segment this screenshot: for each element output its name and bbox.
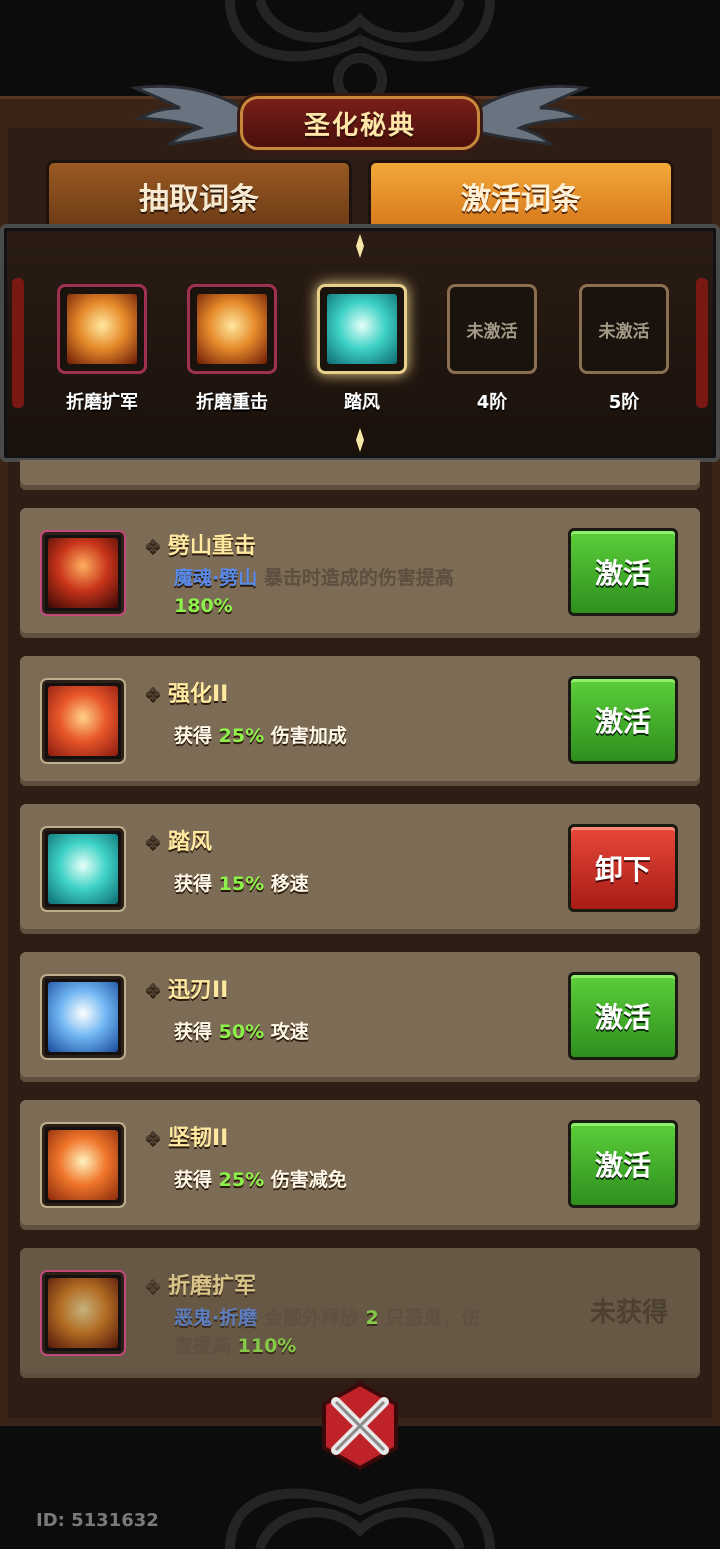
entry-description: 获得 15% 移速 bbox=[174, 873, 309, 895]
activate-button[interactable]: 激活 bbox=[568, 676, 678, 764]
not-obtained-status: 未获得 bbox=[589, 1298, 668, 1328]
list-item: ❖ 劈山重击 魔魂·劈山 暴击时造成的伤害提高 180% 激活 bbox=[20, 508, 700, 638]
activate-button[interactable]: 激活 bbox=[568, 528, 678, 616]
entry-description: 恶鬼·折磨 会额外释放 2 只恶鬼，伤 害提高 110% bbox=[174, 1307, 481, 1357]
list-item: ❖ 折磨扩军 恶鬼·折磨 会额外释放 2 只恶鬼，伤 害提高 110% 未获得 bbox=[20, 1248, 700, 1378]
slot-3-frame bbox=[317, 284, 407, 374]
slotbar-left-trim bbox=[12, 278, 24, 408]
entry-description: 魔魂·劈山 暴击时造成的伤害提高 180% bbox=[174, 567, 454, 617]
entry-icon-frame bbox=[42, 976, 124, 1058]
wind-boot-icon bbox=[327, 294, 397, 364]
unequip-button[interactable]: 卸下 bbox=[568, 824, 678, 912]
selected-indicator-bottom-icon bbox=[356, 428, 364, 452]
demon-lord-icon bbox=[48, 538, 118, 608]
list-item: ❖ 迅刃II 获得 50% 攻速 激活 bbox=[20, 952, 700, 1082]
equipped-slots-bar: 折磨扩军 折磨重击 踏风 未激活 4阶 未激活 5阶 bbox=[0, 224, 720, 462]
slot-5-frame: 未激活 bbox=[579, 284, 669, 374]
demon-fire-icon bbox=[67, 294, 137, 364]
selected-indicator-top-icon bbox=[356, 234, 364, 258]
slot-3-label: 踏风 bbox=[344, 392, 380, 413]
slot-5-locked-text: 未激活 bbox=[598, 321, 650, 342]
slot-5-label: 5阶 bbox=[608, 392, 640, 413]
entry-icon-frame bbox=[42, 1124, 124, 1206]
entry-name: ❖ 坚韧II bbox=[144, 1126, 229, 1151]
list-item: ❖ 踏风 获得 15% 移速 卸下 bbox=[20, 804, 700, 934]
slot-4-locked-text: 未激活 bbox=[466, 321, 518, 342]
list-item-partial bbox=[20, 460, 700, 490]
slot-1-frame bbox=[57, 284, 147, 374]
entry-name: ❖ 踏风 bbox=[144, 830, 212, 855]
tab-activate-entries[interactable]: 激活词条 bbox=[368, 160, 674, 232]
entry-name: ❖ 强化II bbox=[144, 682, 229, 707]
close-button[interactable] bbox=[312, 1378, 408, 1474]
power-fist-icon bbox=[48, 686, 118, 756]
slot-2-label: 折磨重击 bbox=[196, 392, 268, 413]
slot-2[interactable]: 折磨重击 bbox=[184, 284, 280, 414]
entry-description: 获得 50% 攻速 bbox=[174, 1021, 309, 1043]
wind-boot-icon bbox=[48, 834, 118, 904]
slot-4-label: 4阶 bbox=[476, 392, 508, 413]
entry-icon-frame bbox=[42, 532, 124, 614]
tab-draw-label: 抽取词条 bbox=[139, 182, 259, 217]
entry-description: 获得 25% 伤害减免 bbox=[174, 1169, 347, 1191]
tab-draw-entries[interactable]: 抽取词条 bbox=[46, 160, 352, 232]
entry-name: ❖ 劈山重击 bbox=[144, 534, 256, 559]
activate-button[interactable]: 激活 bbox=[568, 972, 678, 1060]
slot-4-frame: 未激活 bbox=[447, 284, 537, 374]
activate-button[interactable]: 激活 bbox=[568, 1120, 678, 1208]
entry-name: ❖ 迅刃II bbox=[144, 978, 229, 1003]
entry-name: ❖ 折磨扩军 bbox=[144, 1274, 256, 1299]
entry-icon-frame bbox=[42, 828, 124, 910]
demon-fire-icon bbox=[197, 294, 267, 364]
slot-1-label: 折磨扩军 bbox=[66, 392, 138, 413]
title-banner: 圣化秘典 bbox=[130, 78, 590, 158]
tab-activate-label: 激活词条 bbox=[461, 182, 581, 217]
slot-4[interactable]: 未激活 4阶 bbox=[444, 284, 540, 414]
slot-5[interactable]: 未激活 5阶 bbox=[576, 284, 672, 414]
entry-icon-frame bbox=[42, 1272, 124, 1354]
slotbar-right-trim bbox=[696, 278, 708, 408]
player-id: ID: 5131632 bbox=[36, 1510, 159, 1531]
entry-description: 获得 25% 伤害加成 bbox=[174, 725, 347, 747]
demon-fire-icon bbox=[48, 1278, 118, 1348]
entry-icon-frame bbox=[42, 680, 124, 762]
title-plate: 圣化秘典 bbox=[240, 96, 480, 150]
shield-star-icon bbox=[48, 1130, 118, 1200]
slot-2-frame bbox=[187, 284, 277, 374]
page-title: 圣化秘典 bbox=[303, 110, 416, 141]
list-item: ❖ 强化II 获得 25% 伤害加成 激活 bbox=[20, 656, 700, 786]
slot-3[interactable]: 踏风 bbox=[314, 284, 410, 414]
swift-blade-icon bbox=[48, 982, 118, 1052]
slot-1[interactable]: 折磨扩军 bbox=[54, 284, 150, 414]
list-item: ❖ 坚韧II 获得 25% 伤害减免 激活 bbox=[20, 1100, 700, 1230]
